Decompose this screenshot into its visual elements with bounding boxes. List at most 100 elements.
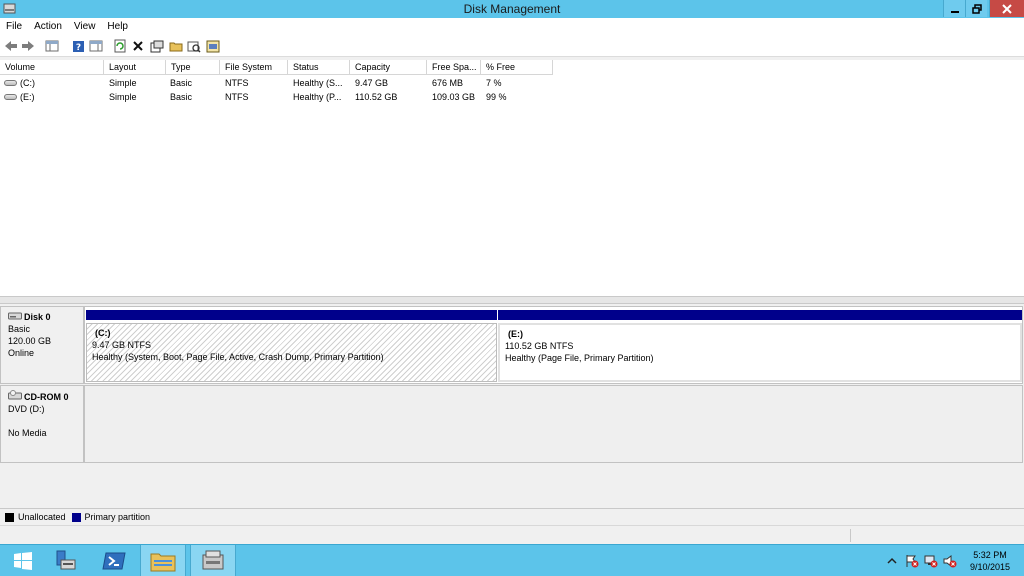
taskbar-clock[interactable]: 5:32 PM 9/10/2015: [962, 549, 1018, 573]
legend-primary-swatch: [71, 512, 81, 522]
restore-button[interactable]: [965, 0, 987, 17]
show-hidden-icons-icon[interactable]: [885, 554, 899, 568]
legend-unallocated-swatch: [5, 512, 14, 522]
powershell-icon[interactable]: [91, 545, 137, 576]
cell-layout: Simple: [109, 92, 137, 102]
partition-e-bar: [498, 310, 1022, 320]
cdrom-0-media: No Media: [8, 428, 47, 438]
table-row[interactable]: (C:) Simple Basic NTFS Healthy (S... 9.4…: [0, 76, 560, 90]
column-header-percent-free[interactable]: % Free: [481, 60, 553, 75]
disk-graphical-view: Disk 0 Basic 120.00 GB Online (C:) 9.47 …: [0, 304, 1024, 508]
disk-0-partitions: (C:) 9.47 GB NTFS Healthy (System, Boot,…: [84, 306, 1023, 384]
cell-free-space: 109.03 GB: [432, 92, 476, 102]
back-icon[interactable]: [3, 38, 19, 54]
properties-icon[interactable]: [149, 38, 165, 54]
cell-volume: (E:): [20, 92, 35, 102]
taskbar: 5:32 PM 9/10/2015: [0, 544, 1024, 576]
svg-text:?: ?: [75, 43, 80, 53]
partition-c-bar: [86, 310, 497, 320]
disk-0-name: Disk 0: [24, 312, 51, 322]
cell-capacity: 9.47 GB: [355, 78, 389, 88]
disk-0-label[interactable]: Disk 0 Basic 120.00 GB Online: [0, 306, 84, 384]
menu-file[interactable]: File: [0, 18, 28, 35]
partition-c-label: (C:): [95, 328, 111, 338]
column-header-status[interactable]: Status: [288, 60, 350, 75]
menu-view[interactable]: View: [68, 18, 102, 35]
cell-file-system: NTFS: [225, 92, 249, 102]
hard-disk-icon: [8, 311, 22, 323]
status-bar-divider: [850, 529, 851, 542]
menu-help[interactable]: Help: [101, 18, 134, 35]
cell-percent-free: 99 %: [486, 92, 507, 102]
explore-icon[interactable]: [186, 38, 202, 54]
clock-time: 5:32 PM: [973, 550, 1007, 560]
cdrom-0-area: [84, 385, 1023, 463]
refresh-icon[interactable]: [112, 38, 128, 54]
column-header-layout[interactable]: Layout: [104, 60, 166, 75]
partition-c-body: (C:) 9.47 GB NTFS Healthy (System, Boot,…: [86, 323, 497, 382]
help-icon[interactable]: ?: [70, 38, 86, 54]
partition-c-status: Healthy (System, Boot, Page File, Active…: [92, 352, 384, 362]
partition-e-status: Healthy (Page File, Primary Partition): [505, 353, 654, 363]
close-button[interactable]: [989, 0, 1024, 17]
show-hide-console-tree-icon[interactable]: [44, 38, 60, 54]
cell-status: Healthy (S...: [293, 78, 343, 88]
partition-e-size: 110.52 GB NTFS: [505, 341, 574, 351]
action-center-icon[interactable]: [905, 554, 919, 568]
legend-primary-label: Primary partition: [84, 512, 151, 522]
title-bar: Disk Management: [0, 0, 1024, 18]
cd-drive-icon: [8, 390, 22, 403]
rescan-icon[interactable]: [205, 38, 221, 54]
cell-type: Basic: [170, 78, 193, 88]
window-title: Disk Management: [463, 2, 561, 16]
clock-date: 9/10/2015: [969, 562, 1011, 572]
cell-percent-free: 7 %: [486, 78, 502, 88]
volume-list: Volume Layout Type File System Status Ca…: [0, 60, 1024, 296]
partition-e-label: (E:): [508, 329, 523, 339]
disk-0-type: Basic: [8, 324, 31, 334]
cell-status: Healthy (P...: [293, 92, 342, 102]
cell-layout: Simple: [109, 78, 137, 88]
cell-volume: (C:): [20, 78, 35, 88]
start-icon[interactable]: [0, 545, 46, 576]
table-row[interactable]: (E:) Simple Basic NTFS Healthy (P... 110…: [0, 90, 560, 104]
network-icon[interactable]: [924, 554, 938, 568]
column-header-free-space[interactable]: Free Spa...: [427, 60, 481, 75]
disk-management-icon[interactable]: [190, 545, 236, 576]
cell-file-system: NTFS: [225, 78, 249, 88]
volume-icon[interactable]: [943, 554, 957, 568]
status-bar: [0, 525, 1024, 544]
toolbar: ?: [0, 35, 1024, 57]
partition-e[interactable]: (E:) 110.52 GB NTFS Healthy (Page File, …: [498, 310, 1022, 382]
disk-0-size: 120.00 GB: [8, 336, 52, 346]
volume-icon: [4, 94, 17, 100]
legend: Unallocated Primary partition: [0, 508, 1024, 525]
disk-0-title: Disk 0: [8, 311, 83, 323]
menu-action[interactable]: Action: [28, 18, 68, 35]
cdrom-0-title: CD-ROM 0: [8, 390, 83, 403]
column-header-file-system[interactable]: File System: [220, 60, 288, 75]
cdrom-0-name: CD-ROM 0: [24, 391, 69, 402]
partition-e-body: (E:) 110.52 GB NTFS Healthy (Page File, …: [498, 323, 1022, 382]
column-header-volume[interactable]: Volume: [0, 60, 104, 75]
legend-unallocated-label: Unallocated: [18, 512, 66, 522]
properties-pane-icon[interactable]: [88, 38, 104, 54]
menu-bar: File Action View Help: [0, 18, 1024, 35]
partition-c-size: 9.47 GB NTFS: [92, 340, 152, 350]
cdrom-0-label[interactable]: CD-ROM 0 DVD (D:) No Media: [0, 385, 84, 463]
cell-capacity: 110.52 GB: [355, 92, 398, 102]
disk-0-state: Online: [8, 348, 35, 358]
cdrom-0-drive: DVD (D:): [8, 404, 45, 414]
open-icon[interactable]: [168, 38, 184, 54]
cell-free-space: 676 MB: [432, 78, 464, 88]
delete-icon[interactable]: [130, 38, 146, 54]
partition-c[interactable]: (C:) 9.47 GB NTFS Healthy (System, Boot,…: [86, 310, 497, 382]
forward-icon[interactable]: [20, 38, 36, 54]
pane-splitter[interactable]: [0, 296, 1024, 304]
server-manager-icon[interactable]: [42, 545, 88, 576]
cell-type: Basic: [170, 92, 193, 102]
column-header-type[interactable]: Type: [166, 60, 220, 75]
column-header-capacity[interactable]: Capacity: [350, 60, 427, 75]
file-explorer-icon[interactable]: [140, 545, 186, 576]
minimize-button[interactable]: [943, 0, 965, 17]
